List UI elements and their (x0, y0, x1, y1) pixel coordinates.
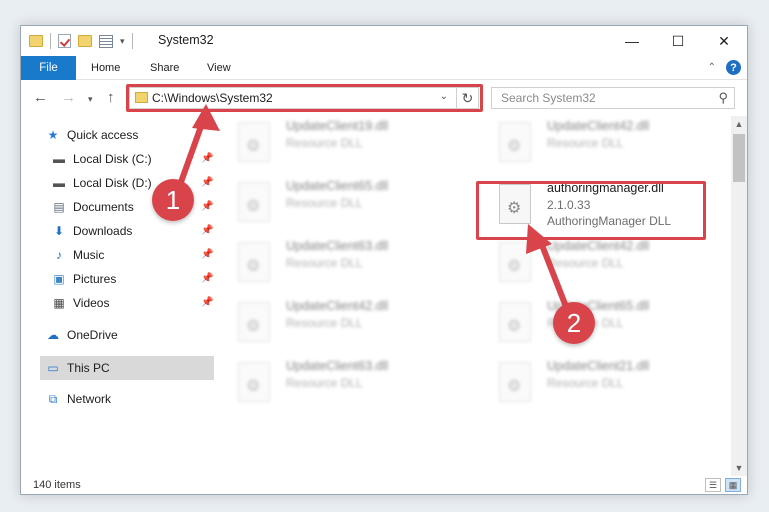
annotation-arrows (173, 104, 575, 325)
arrow-head-1 (192, 104, 220, 131)
step-2-callout: 2 (553, 302, 595, 344)
arrow-head-2 (526, 224, 552, 254)
step-1-callout: 1 (152, 179, 194, 221)
